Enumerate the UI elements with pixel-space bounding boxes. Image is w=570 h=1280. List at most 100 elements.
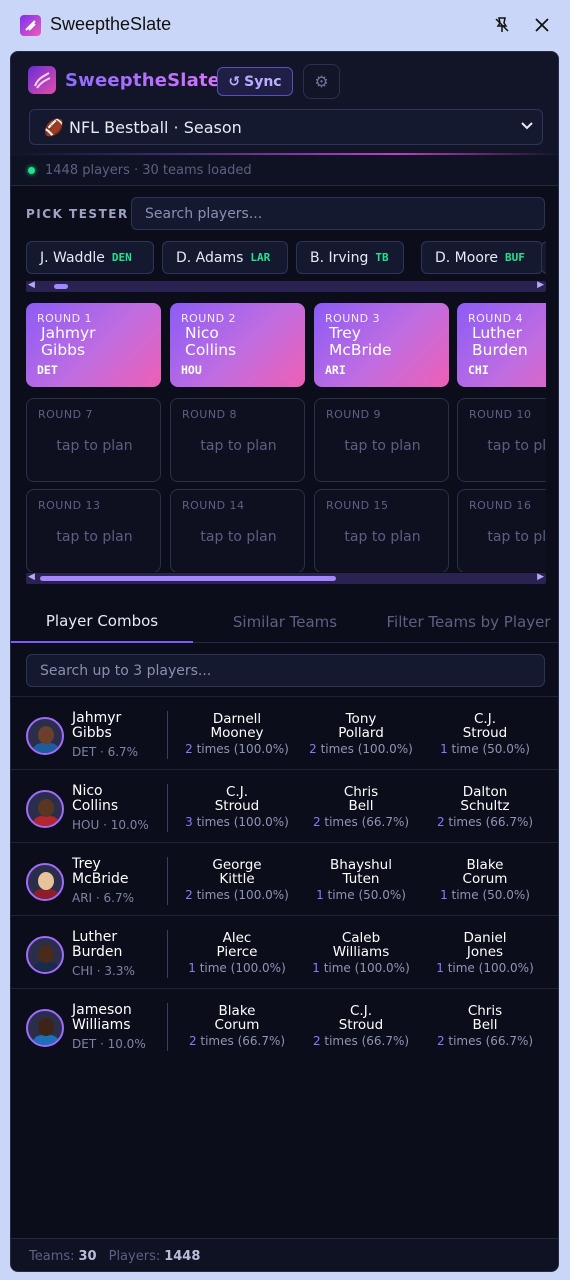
empty-pick-slot[interactable]: ROUND 10 tap to plan (457, 398, 546, 482)
chip-team-badge: DEN (111, 251, 132, 264)
combo-row[interactable]: Nico Collins HOU · 10.0% C.J. Stroud 3 time… (11, 769, 558, 842)
teammate-name: C.J. Stroud (462, 711, 508, 741)
combo-player-name: Luther Burden (72, 929, 123, 960)
player-chip[interactable]: J. Waddle DEN (26, 241, 154, 274)
empty-pick-slot[interactable]: ROUND 15 tap to plan (314, 489, 449, 572)
scroll-right-icon[interactable]: ▶ (537, 280, 544, 290)
combo-teammate[interactable]: Blake Corum 1 time (50.0%) (423, 858, 547, 902)
player-chip[interactable] (541, 241, 546, 274)
teammate-count: 2 (436, 1034, 445, 1048)
row-divider (167, 857, 168, 905)
combo-player-meta: HOU · 10.0% (72, 818, 149, 832)
teammate-count: 3 (185, 815, 193, 829)
pick-team: CHI (468, 363, 489, 377)
round-label: ROUND 10 (469, 408, 532, 421)
teammate-count: 2 (188, 1034, 197, 1048)
combo-teammate[interactable]: Chris Bell 2 times (66.7%) (423, 1004, 547, 1048)
draft-board: ROUND 1 Jahmyr Gibbs DET ROUND 2 Nico Collin… (26, 303, 546, 572)
app-icon (20, 15, 41, 36)
pick-tester-search-input[interactable] (131, 197, 545, 230)
combo-teammate[interactable]: C.J. Stroud 1 time (50.0%) (423, 712, 547, 756)
sync-button[interactable]: ↺ Sync (217, 67, 293, 96)
main-panel: SweeptheSlate ↺ Sync ⚙ 🏈 NFL Bestball · … (10, 51, 559, 1272)
combo-teammate[interactable]: Daniel Jones 1 time (100.0%) (423, 931, 547, 975)
empty-pick-slot[interactable]: ROUND 7 tap to plan (26, 398, 161, 482)
empty-pick-slot[interactable]: ROUND 8 tap to plan (170, 398, 305, 482)
settings-button[interactable]: ⚙ (303, 64, 340, 99)
scroll-left-icon[interactable]: ◀ (28, 280, 35, 290)
teammate-frequency: 2 times (66.7%) (423, 815, 547, 829)
combo-teammate[interactable]: Blake Corum 2 times (66.7%) (175, 1004, 299, 1048)
teammate-count: 1 (316, 888, 324, 902)
teammate-frequency: 1 time (100.0%) (175, 961, 299, 975)
combo-row[interactable]: Trey McBride ARI · 6.7% George Kittle 2 tim… (11, 842, 558, 915)
combo-row[interactable]: Jameson Williams DET · 10.0% Blake Corum 2 … (11, 988, 558, 1061)
chip-player-name: B. Irving (310, 249, 369, 266)
teammate-count: 1 (312, 961, 320, 975)
combo-teammate[interactable]: C.J. Stroud 3 times (100.0%) (175, 785, 299, 829)
teammate-count: 1 (440, 888, 448, 902)
chip-player-name: J. Waddle (40, 249, 105, 266)
tab-similar-teams[interactable]: Similar Teams (193, 601, 377, 643)
footer-teams-count: 30 (78, 1248, 97, 1264)
round-label: ROUND 15 (326, 499, 389, 512)
player-chip[interactable]: D. Adams LAR (162, 241, 288, 274)
footer-players-label: Players: (108, 1248, 161, 1264)
unpin-icon[interactable] (491, 14, 513, 36)
tab-player-combos[interactable]: Player Combos (11, 601, 193, 643)
teammate-name: Tony Pollard (338, 711, 384, 741)
teammate-count: 2 (436, 815, 445, 829)
round-label: ROUND 7 (38, 408, 94, 421)
chip-scrollbar[interactable]: ◀ ▶ (26, 280, 546, 292)
chip-scrollbar-thumb[interactable] (54, 284, 69, 289)
combo-row[interactable]: Jahmyr Gibbs DET · 6.7% Darnell Mooney 2 ti… (11, 696, 558, 769)
combo-teammate[interactable]: Caleb Williams 1 time (100.0%) (299, 931, 423, 975)
combo-teammate[interactable]: Bhayshul Tuten 1 time (50.0%) (299, 858, 423, 902)
combo-teammate[interactable]: Tony Pollard 2 times (100.0%) (299, 712, 423, 756)
close-icon[interactable] (531, 14, 553, 36)
tab-filter-teams-by-player[interactable]: Filter Teams by Player (377, 601, 558, 643)
draft-pick-card[interactable]: ROUND 3 Trey McBride ARI (314, 303, 449, 387)
draft-pick-card[interactable]: ROUND 1 Jahmyr Gibbs DET (26, 303, 161, 387)
draft-pick-card[interactable]: ROUND 4 Luther Burden CHI (457, 303, 546, 387)
combo-teammate[interactable]: Dalton Schultz 2 times (66.7%) (423, 785, 547, 829)
pick-player-name: Nico Collins (185, 324, 237, 359)
player-chip[interactable]: D. Moore BUF (421, 241, 543, 274)
combo-teammate[interactable]: Chris Bell 2 times (66.7%) (299, 785, 423, 829)
combo-row[interactable]: Luther Burden CHI · 3.3% Alec Pierce 1 time… (11, 915, 558, 988)
teammate-suffix: time (50.0%) (447, 742, 530, 756)
chip-player-name: D. Moore (435, 249, 498, 266)
teammate-name: Caleb Williams (332, 930, 390, 960)
avatar-face (38, 726, 54, 744)
player-chip-strip: J. Waddle DEN D. Adams LAR B. Irving TB D. Moo… (26, 241, 546, 274)
header-accent-line (11, 153, 558, 155)
teammate-count: 2 (312, 1034, 321, 1048)
draft-pick-card[interactable]: ROUND 2 Nico Collins HOU (170, 303, 305, 387)
scroll-left-icon[interactable]: ◀ (28, 572, 35, 582)
combo-search-input[interactable] (26, 654, 545, 687)
app-header: SweeptheSlate ↺ Sync ⚙ 🏈 NFL Bestball · … (11, 52, 558, 156)
board-scrollbar-thumb[interactable] (40, 576, 336, 581)
teammate-name: Chris Bell (343, 784, 379, 814)
teammate-suffix: times (66.7%) (320, 1034, 410, 1048)
sync-label: Sync (244, 73, 282, 90)
teammate-suffix: times (100.0%) (316, 742, 413, 756)
footer-stats: Teams: 30 Players: 1448 (11, 1238, 558, 1271)
player-chip[interactable]: B. Irving TB (296, 241, 404, 274)
tap-to-plan-hint: tap to plan (487, 438, 546, 454)
combo-teammate[interactable]: Darnell Mooney 2 times (100.0%) (175, 712, 299, 756)
empty-pick-slot[interactable]: ROUND 16 tap to plan (457, 489, 546, 572)
teammate-count: 1 (436, 961, 444, 975)
league-select[interactable]: 🏈 NFL Bestball · Season (29, 109, 543, 145)
combo-teammate[interactable]: Alec Pierce 1 time (100.0%) (175, 931, 299, 975)
combo-teammate[interactable]: George Kittle 2 times (100.0%) (175, 858, 299, 902)
scroll-right-icon[interactable]: ▶ (537, 572, 544, 582)
teammate-frequency: 3 times (100.0%) (175, 815, 299, 829)
league-select-value: 🏈 NFL Bestball · Season (44, 117, 242, 137)
board-scrollbar[interactable]: ◀ ▶ (26, 572, 546, 584)
combo-teammate[interactable]: C.J. Stroud 2 times (66.7%) (299, 1004, 423, 1048)
empty-pick-slot[interactable]: ROUND 14 tap to plan (170, 489, 305, 572)
brand-name: SweeptheSlate (65, 70, 221, 91)
empty-pick-slot[interactable]: ROUND 13 tap to plan (26, 489, 161, 572)
empty-pick-slot[interactable]: ROUND 9 tap to plan (314, 398, 449, 482)
